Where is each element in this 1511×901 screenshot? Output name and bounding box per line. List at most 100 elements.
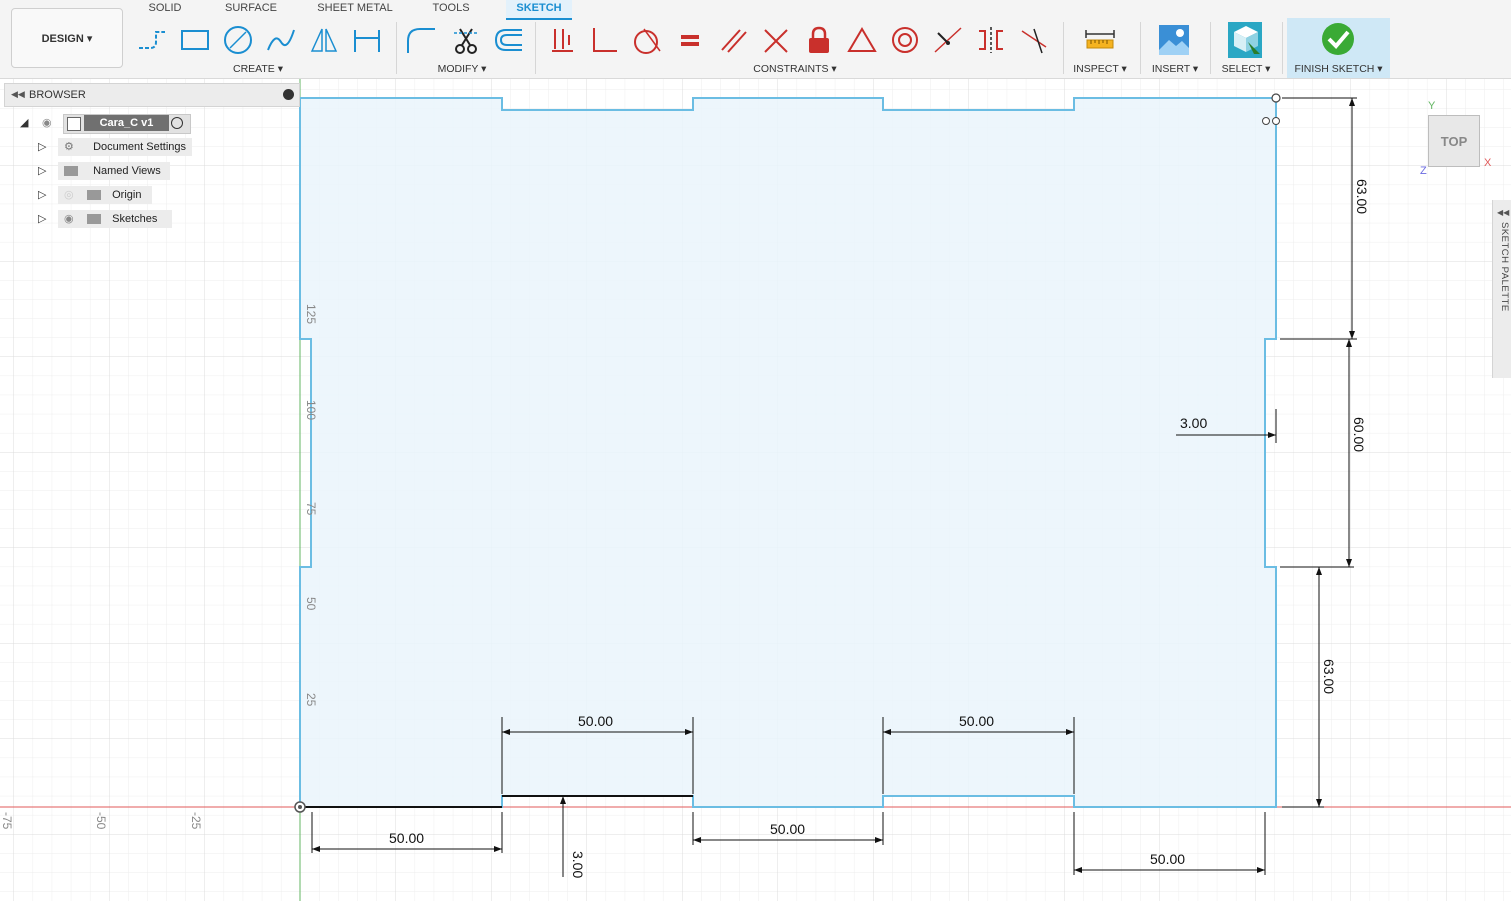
visibility-eye-icon[interactable]: ◉: [64, 210, 78, 228]
sketch-drawing: [0, 79, 1511, 901]
parallel-constraint-icon[interactable]: [716, 22, 750, 58]
folder-icon: [87, 214, 102, 225]
midpoint-constraint-icon[interactable]: [931, 22, 965, 58]
curvature-constraint-icon[interactable]: [1017, 22, 1051, 58]
folder-icon: [87, 190, 102, 201]
viewcube[interactable]: TOP: [1428, 115, 1480, 167]
viewcube-face-label: TOP: [1440, 133, 1468, 149]
dimension-notch-depth-bottom[interactable]: 3.00: [570, 851, 586, 878]
toolbar-divider: [1282, 22, 1283, 74]
tab-sketch[interactable]: SKETCH: [506, 0, 572, 20]
dimension-top-tab-2[interactable]: 50.00: [959, 713, 994, 729]
browser-item-label: Named Views: [93, 165, 161, 177]
design-workspace-menu[interactable]: DESIGN ▾: [11, 8, 123, 68]
finish-check-icon: [1321, 22, 1355, 59]
tick-label-v: 75: [304, 502, 318, 516]
spline-tool-icon[interactable]: [264, 22, 298, 58]
sketch-canvas[interactable]: 50.00 50.00 50.00 50.00 50.00 3.00 3.00 …: [0, 79, 1511, 901]
activate-radio-icon[interactable]: [171, 117, 183, 129]
insert-image-icon[interactable]: [1157, 22, 1191, 58]
tab-sheet-metal[interactable]: SHEET METAL: [315, 0, 395, 18]
line-tool-icon[interactable]: [135, 22, 169, 58]
dimension-top-tab-1[interactable]: 50.00: [578, 713, 613, 729]
hidden-eye-icon[interactable]: ◎: [64, 186, 78, 204]
browser-item-document-settings[interactable]: ⚙ Document Settings: [58, 138, 192, 156]
tick-label-h: -25: [189, 812, 203, 830]
ribbon-toolbar: DESIGN ▾ SOLID SURFACE SHEET METAL TOOLS…: [0, 0, 1511, 79]
dimension-bottom-right-gap[interactable]: 50.00: [1150, 851, 1185, 867]
expand-palette-icon[interactable]: ◀◀: [1497, 208, 1509, 217]
insert-group-label[interactable]: INSERT ▾: [1145, 63, 1205, 75]
select-group-label[interactable]: SELECT ▾: [1214, 63, 1278, 75]
tangent-constraint-icon[interactable]: [629, 22, 663, 58]
folder-icon: [64, 166, 78, 177]
circle-tool-icon[interactable]: [221, 22, 255, 58]
browser-root-node[interactable]: Cara_C v1: [63, 114, 191, 134]
toolbar-divider: [1210, 22, 1211, 74]
toolbar-divider: [1140, 22, 1141, 74]
tick-label-v: 100: [304, 400, 318, 421]
offset-tool-icon[interactable]: [491, 22, 525, 58]
finish-sketch-button[interactable]: FINISH SKETCH ▾: [1287, 18, 1390, 78]
minimize-icon[interactable]: [283, 89, 294, 100]
trim-scissors-icon[interactable]: [449, 22, 483, 58]
tick-label-v: 25: [304, 693, 318, 707]
sketch-profile: [299, 97, 1277, 808]
browser-item-label: Document Settings: [93, 141, 186, 153]
measure-ruler-icon[interactable]: [1083, 22, 1117, 58]
perpendicular-cross-icon[interactable]: [759, 22, 793, 58]
inspect-group-label[interactable]: INSPECT ▾: [1066, 63, 1134, 75]
collapse-panel-icon[interactable]: ◀◀: [11, 89, 25, 100]
symmetry-constraint-icon[interactable]: [974, 22, 1008, 58]
gear-icon: ⚙: [64, 141, 74, 153]
constraints-group-label[interactable]: CONSTRAINTS ▾: [740, 63, 850, 75]
tab-tools[interactable]: TOOLS: [426, 0, 476, 18]
triangle-constraint-icon[interactable]: [845, 22, 879, 58]
dimension-bottom-left-gap[interactable]: 50.00: [389, 830, 424, 846]
viewcube-y-label: Y: [1428, 100, 1436, 112]
rectangle-tool-icon[interactable]: [178, 22, 212, 58]
browser-panel-header[interactable]: ◀◀ BROWSER: [4, 83, 300, 107]
dimension-right-bottom-height[interactable]: 63.00: [1321, 659, 1337, 694]
component-icon: [67, 117, 81, 131]
browser-item-sketches[interactable]: ◉ Sketches: [58, 210, 172, 228]
mirror-tool-icon[interactable]: [307, 22, 341, 58]
expand-arrow-icon[interactable]: ▷: [38, 188, 46, 201]
create-group-label[interactable]: CREATE ▾: [222, 63, 294, 75]
viewcube-z-label: Z: [1420, 165, 1427, 177]
expand-arrow-icon[interactable]: ▷: [38, 212, 46, 225]
dimension-right-top-height[interactable]: 63.00: [1354, 179, 1370, 214]
expand-arrow-icon[interactable]: ▷: [38, 140, 46, 153]
equal-constraint-icon[interactable]: [673, 22, 707, 58]
modify-group-label[interactable]: MODIFY ▾: [426, 63, 498, 75]
dimension-bottom-mid-gap[interactable]: 50.00: [770, 821, 805, 837]
perpendicular-constraint-icon[interactable]: [587, 22, 621, 58]
dimension-right-mid-height[interactable]: 60.00: [1351, 417, 1367, 452]
tick-label-v: 125: [304, 304, 318, 325]
browser-item-origin[interactable]: ◎ Origin: [58, 186, 152, 204]
toolbar-divider: [1063, 22, 1064, 74]
coincident-constraint-icon[interactable]: [545, 22, 579, 58]
sketch-palette-label: SKETCH PALETTE: [1499, 222, 1510, 312]
collapse-root-icon[interactable]: ◢: [20, 116, 28, 129]
toolbar-divider: [396, 22, 397, 74]
tick-label-h: -75: [0, 812, 14, 830]
tab-solid[interactable]: SOLID: [140, 0, 190, 18]
tab-surface[interactable]: SURFACE: [221, 0, 281, 18]
root-component-label: Cara_C v1: [84, 115, 169, 131]
select-box-icon[interactable]: [1228, 22, 1262, 58]
browser-item-label: Sketches: [112, 213, 158, 225]
finish-sketch-label: FINISH SKETCH ▾: [1294, 63, 1383, 75]
fix-lock-icon[interactable]: [802, 22, 836, 58]
dimension-tool-icon[interactable]: [350, 22, 384, 58]
dimension-right-notch-depth[interactable]: 3.00: [1180, 415, 1207, 431]
browser-item-label: Origin: [112, 189, 142, 201]
browser-item-named-views[interactable]: Named Views: [58, 162, 170, 180]
tick-label-v: 50: [304, 597, 318, 611]
tick-label-h: -50: [94, 812, 108, 830]
browser-title: BROWSER: [29, 89, 86, 101]
expand-arrow-icon[interactable]: ▷: [38, 164, 46, 177]
visibility-eye-icon[interactable]: ◉: [42, 116, 52, 129]
concentric-constraint-icon[interactable]: [888, 22, 922, 58]
fillet-tool-icon[interactable]: [404, 22, 438, 58]
